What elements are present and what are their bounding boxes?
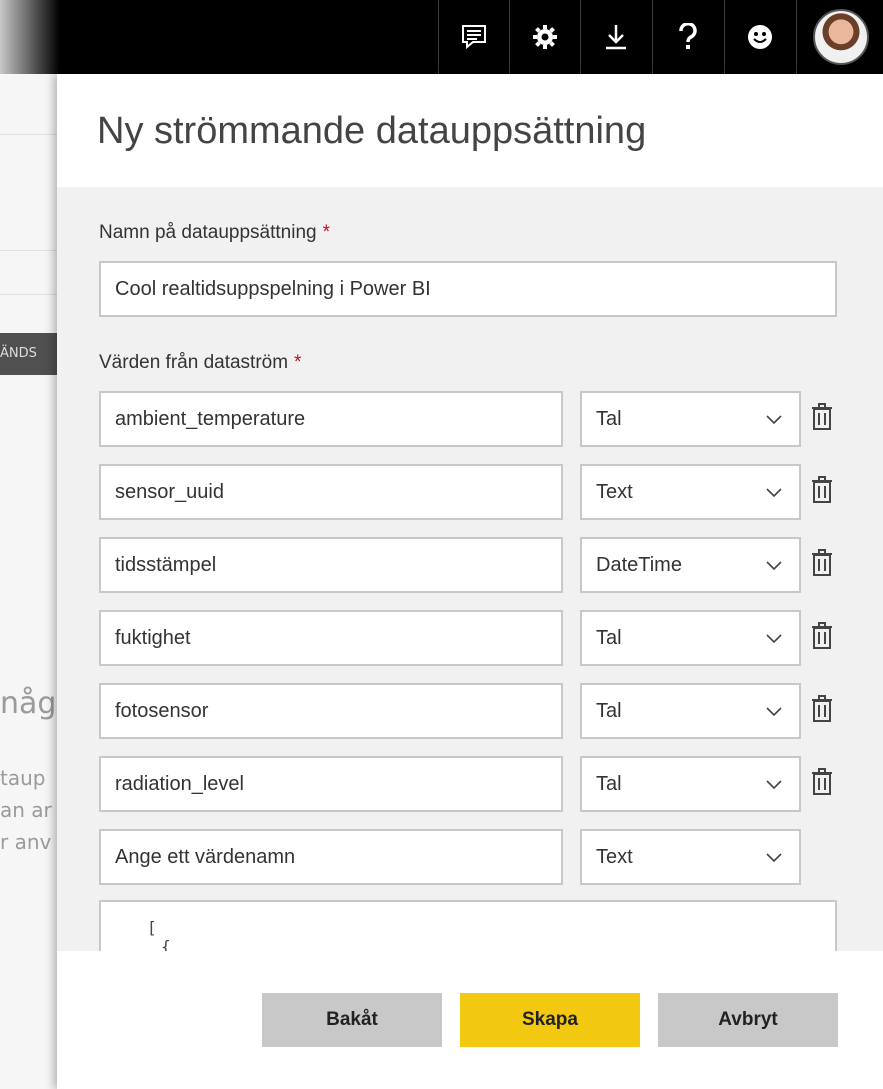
panel-body[interactable]: Namn på datauppsättning * Cool realtidsup… xyxy=(57,187,883,951)
chevron-down-icon xyxy=(766,488,782,498)
trash-icon[interactable] xyxy=(811,695,833,723)
required-marker: * xyxy=(322,222,331,243)
gear-icon xyxy=(533,25,557,49)
download-icon xyxy=(606,25,626,50)
trash-icon[interactable] xyxy=(811,403,833,431)
value-type-text: Text xyxy=(596,845,633,868)
background-text-line: an ar xyxy=(0,798,52,822)
back-button[interactable]: Bakåt xyxy=(262,993,442,1047)
value-type-text: DateTime xyxy=(596,553,682,576)
value-type-text: Text xyxy=(596,480,633,503)
feedback-button[interactable] xyxy=(438,0,509,74)
value-name-input[interactable]: ambient_temperature xyxy=(99,391,563,447)
required-marker: * xyxy=(294,352,302,373)
value-type-select[interactable]: Tal xyxy=(580,391,801,447)
background-page: ÄNDS någ taup an ar r anv xyxy=(0,74,60,1089)
value-type-text: Tal xyxy=(596,699,622,722)
account-button[interactable] xyxy=(796,0,883,74)
cancel-button[interactable]: Avbryt xyxy=(658,993,838,1047)
json-preview[interactable]: [{ xyxy=(99,900,837,951)
streaming-dataset-panel: Ny strömmande datauppsättning Namn på da… xyxy=(57,74,883,1089)
value-name-input[interactable]: fuktighet xyxy=(99,610,563,666)
trash-icon[interactable] xyxy=(811,768,833,796)
stream-values-label: Värden från dataström * xyxy=(99,352,302,373)
dataset-name-input[interactable]: Cool realtidsuppspelning i Power BI xyxy=(99,261,837,317)
chevron-down-icon xyxy=(766,853,782,863)
topbar-fade xyxy=(0,0,60,74)
value-name-text: radiation_level xyxy=(115,772,244,795)
panel-header: Ny strömmande datauppsättning xyxy=(57,74,883,187)
value-type-text: Tal xyxy=(596,772,622,795)
help-button[interactable] xyxy=(652,0,723,74)
smiley-icon xyxy=(748,25,772,49)
new-value-name-input[interactable]: Ange ett värdenamn xyxy=(99,829,563,885)
background-heading: någ xyxy=(0,686,57,721)
value-name-text: fotosensor xyxy=(115,699,209,722)
value-name-input[interactable]: fotosensor xyxy=(99,683,563,739)
value-name-text: sensor_uuid xyxy=(115,480,224,503)
trash-icon[interactable] xyxy=(811,622,833,650)
value-type-select[interactable]: Tal xyxy=(580,610,801,666)
create-button[interactable]: Skapa xyxy=(460,993,640,1047)
avatar xyxy=(812,9,869,65)
value-name-input[interactable]: tidsstämpel xyxy=(99,537,563,593)
background-text-line: taup xyxy=(0,766,46,790)
value-name-input[interactable]: sensor_uuid xyxy=(99,464,563,520)
value-type-select[interactable]: Tal xyxy=(580,756,801,812)
dataset-name-label: Namn på datauppsättning * xyxy=(99,222,331,243)
json-preview-line: [ xyxy=(147,918,157,937)
feedback-icon xyxy=(462,25,486,50)
help-icon xyxy=(679,23,697,49)
trash-icon[interactable] xyxy=(811,549,833,577)
new-value-placeholder: Ange ett värdenamn xyxy=(115,845,296,868)
trash-icon[interactable] xyxy=(811,476,833,504)
background-dark-bar: ÄNDS xyxy=(0,333,58,375)
background-divider xyxy=(0,294,60,295)
value-type-text: Tal xyxy=(596,626,622,649)
chevron-down-icon xyxy=(766,415,782,425)
value-type-select[interactable]: Text xyxy=(580,464,801,520)
top-bar xyxy=(0,0,883,74)
page-title: Ny strömmande datauppsättning xyxy=(97,110,647,152)
settings-button[interactable] xyxy=(509,0,580,74)
download-button[interactable] xyxy=(580,0,651,74)
chevron-down-icon xyxy=(766,634,782,644)
value-type-select[interactable]: DateTime xyxy=(580,537,801,593)
json-preview-line: { xyxy=(161,937,171,951)
value-name-text: ambient_temperature xyxy=(115,407,306,430)
value-name-input[interactable]: radiation_level xyxy=(99,756,563,812)
value-name-text: tidsstämpel xyxy=(115,553,217,576)
value-type-text: Tal xyxy=(596,407,622,430)
value-name-text: fuktighet xyxy=(115,626,191,649)
feedback-smiley-button[interactable] xyxy=(724,0,795,74)
dataset-name-value: Cool realtidsuppspelning i Power BI xyxy=(115,277,431,300)
background-divider xyxy=(0,134,60,135)
value-type-select[interactable]: Tal xyxy=(580,683,801,739)
background-text-line: r anv xyxy=(0,830,52,854)
chevron-down-icon xyxy=(766,561,782,571)
new-value-type-select[interactable]: Text xyxy=(580,829,801,885)
chevron-down-icon xyxy=(766,707,782,717)
background-divider xyxy=(0,250,60,251)
chevron-down-icon xyxy=(766,780,782,790)
panel-footer: Bakåt Skapa Avbryt xyxy=(57,951,883,1089)
